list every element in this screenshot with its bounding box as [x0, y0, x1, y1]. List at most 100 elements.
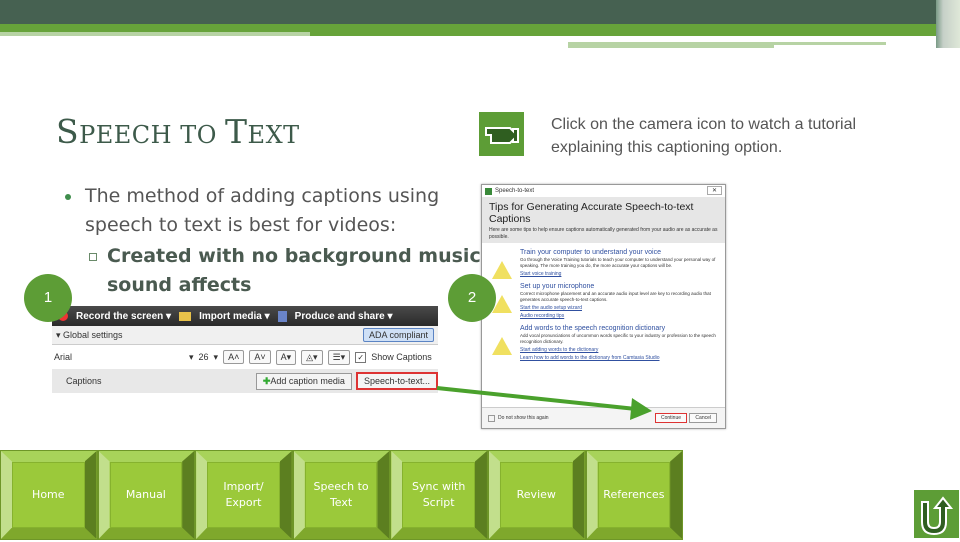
font-color-icon[interactable]: A▾ — [275, 349, 297, 365]
bottom-navigation: Home Manual Import/ Export Speech to Text Sy… — [0, 450, 684, 540]
step-1-marker: 1 — [24, 274, 72, 322]
fill-color-icon[interactable]: ◬▾ — [301, 349, 323, 365]
add-words-link[interactable]: Start adding words to the dictionary — [520, 347, 725, 353]
camera-tutorial-button[interactable] — [479, 112, 524, 156]
bevel — [1, 451, 97, 462]
close-icon[interactable]: ✕ — [706, 186, 722, 195]
return-button[interactable] — [914, 490, 959, 538]
audio-setup-wizard-link[interactable]: Start the audio setup wizard — [520, 305, 725, 311]
speech-to-text-dialog: Speech-to-text ✕ Tips for Generating Acc… — [481, 184, 726, 429]
u-turn-return-icon — [921, 496, 954, 536]
sub-bullet-square — [89, 253, 97, 261]
bevel — [1, 451, 12, 539]
header-decoration — [936, 0, 960, 48]
bevel — [391, 451, 487, 462]
nav-button-sync-with-script[interactable]: Sync with Script — [390, 450, 488, 540]
bevel — [1, 528, 97, 539]
bevel — [572, 451, 585, 539]
cancel-button[interactable]: Cancel — [689, 413, 717, 423]
dialog-heading: Tips for Generating Accurate Speech-to-t… — [489, 201, 694, 225]
dialog-intro: Here are some tips to help ensure captio… — [489, 227, 718, 240]
bevel — [196, 451, 208, 539]
produce-share-button[interactable]: Produce and share ▾ — [295, 311, 393, 322]
camtasia-screenshot: Record the screen ▾ Import media ▾ Produ… — [52, 306, 438, 394]
produce-icon — [277, 310, 287, 322]
speech-to-text-button[interactable]: Speech-to-text... — [355, 372, 438, 390]
nav-button-speech-to-text[interactable]: Speech to Text — [292, 450, 391, 540]
nav-button-label: References — [597, 462, 671, 528]
nav-button-home[interactable]: Home — [0, 450, 98, 540]
bevel — [98, 451, 195, 462]
captions-label: Captions — [66, 376, 102, 386]
decrease-font-icon[interactable]: A˅ — [249, 350, 271, 364]
learn-add-words-link[interactable]: Learn how to add words to the dictionary… — [520, 355, 725, 361]
header-accent-light — [0, 32, 310, 36]
continue-button[interactable]: Continue — [654, 413, 687, 423]
align-icon[interactable]: ☰▾ — [327, 349, 351, 365]
bevel — [196, 528, 292, 539]
dialog-title: Speech-to-text — [495, 188, 535, 194]
show-captions-label: Show Captions — [371, 352, 432, 362]
slide-title: SPEECH TO TEXT — [56, 112, 300, 151]
ada-compliant-button[interactable]: ADA compliant — [362, 328, 434, 342]
tutorial-instructions: Click on the camera icon to watch a tuto… — [551, 113, 856, 159]
chevron-down-icon: ▾ — [213, 351, 219, 362]
add-caption-media-button[interactable]: ✚Add caption media — [255, 372, 352, 390]
increase-font-icon[interactable]: A˄ — [223, 350, 245, 364]
show-captions-checkbox[interactable]: ✓ — [355, 351, 367, 363]
dont-show-checkbox[interactable] — [488, 414, 495, 422]
global-settings-row: ▾ Global settings ADA compliant — [52, 326, 438, 345]
header-accent-bar — [0, 24, 960, 32]
nav-button-manual[interactable]: Manual — [97, 450, 196, 540]
nav-button-label: Sync with Script — [402, 462, 475, 528]
bevel — [391, 528, 487, 539]
dialog-titlebar: Speech-to-text ✕ — [482, 185, 725, 197]
bevel — [196, 451, 292, 462]
header-decoration — [568, 42, 774, 48]
step-number: 2 — [467, 289, 477, 306]
warning-icon — [492, 337, 512, 355]
bevel — [293, 451, 390, 462]
add-caption-media-label: Add caption media — [270, 375, 345, 386]
tip-item: Set up your microphone Correct microphon… — [482, 283, 725, 319]
bevel — [586, 528, 683, 539]
font-size-select[interactable]: 26 — [199, 352, 209, 362]
font-select[interactable]: Arial — [54, 352, 184, 362]
bevel — [488, 451, 500, 539]
bevel — [586, 451, 683, 462]
global-settings-toggle[interactable]: ▾ Global settings — [56, 330, 123, 341]
bevel — [182, 451, 195, 539]
nav-button-references[interactable]: References — [585, 450, 684, 540]
dialog-header: Tips for Generating Accurate Speech-to-t… — [482, 197, 725, 243]
nav-button-label: Speech to Text — [304, 462, 378, 528]
bevel — [377, 451, 390, 539]
video-camera-icon — [485, 127, 519, 144]
audio-recording-tips-link[interactable]: Audio recording tips — [520, 313, 725, 319]
bevel — [84, 451, 97, 539]
header-bar — [0, 0, 960, 24]
record-screen-button[interactable]: Record the screen ▾ — [76, 311, 171, 322]
bevel — [474, 451, 487, 539]
start-voice-training-link[interactable]: Start voice training — [520, 271, 725, 277]
title-cap-s: S — [56, 112, 80, 151]
bullet-dot — [65, 194, 71, 200]
bullet-item: The method of adding captions using spee… — [65, 182, 475, 240]
nav-button-label: Review — [499, 462, 573, 528]
bevel — [488, 528, 585, 539]
camtasia-toolbar: Record the screen ▾ Import media ▾ Produ… — [52, 306, 438, 326]
app-icon — [485, 187, 492, 195]
chevron-down-icon: ▾ — [189, 351, 194, 362]
nav-button-import-export[interactable]: Import/ Export — [195, 450, 293, 540]
tip-title: Set up your microphone — [520, 283, 595, 290]
import-media-button[interactable]: Import media ▾ — [199, 311, 270, 322]
nav-button-review[interactable]: Review — [487, 450, 586, 540]
step-number: 1 — [43, 289, 53, 306]
step-2-marker: 2 — [448, 274, 496, 322]
title-part: PEECH TO — [79, 121, 226, 149]
tutorial-text-line: explaining this captioning option. — [551, 139, 783, 156]
bevel — [391, 451, 403, 539]
title-cap-t: T — [225, 112, 248, 151]
tip-body: Add vocal pronunciations of uncommon wor… — [520, 333, 716, 344]
title-part: EXT — [247, 121, 300, 149]
bullet-text: The method of adding captions using spee… — [85, 185, 440, 236]
